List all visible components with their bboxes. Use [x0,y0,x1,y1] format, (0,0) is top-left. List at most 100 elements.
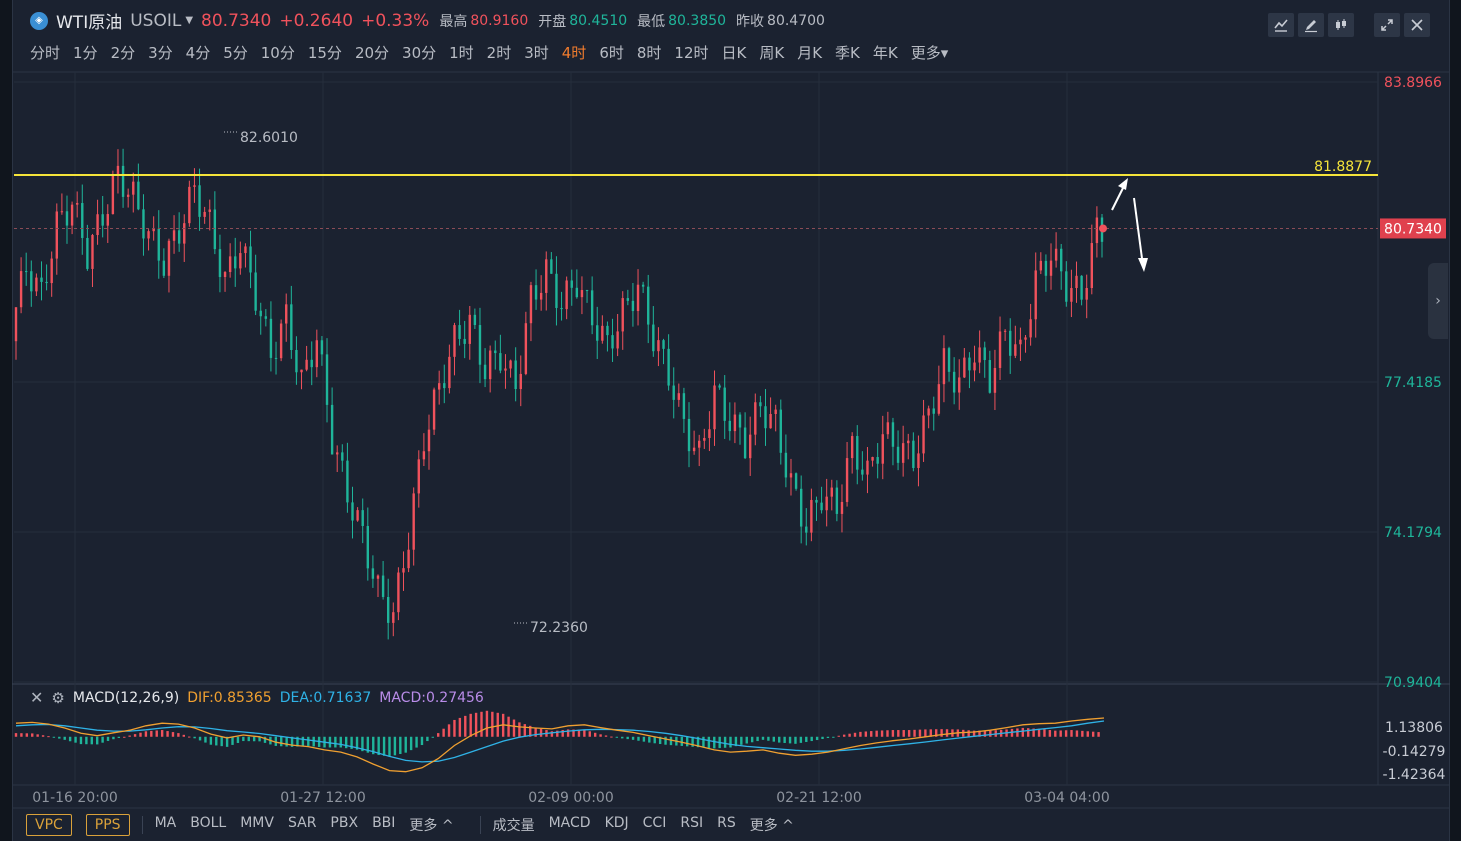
macd-histogram-bar [702,736,705,748]
timeframe-tab[interactable]: 季K [835,42,860,63]
macd-histogram-bar [962,729,965,737]
indicator-link[interactable]: BBI [372,815,395,835]
indicator-link[interactable]: PBX [330,815,358,835]
timeframe-tab[interactable]: 3时 [524,42,549,63]
line-chart-icon[interactable] [1268,13,1294,37]
macd-y-tick-label: -1.42364 [1383,767,1446,783]
vpc-button[interactable]: VPC [26,813,72,836]
candle-body [448,356,451,389]
candle-body [427,429,431,452]
timeframe-tab[interactable]: 4时 [562,42,587,63]
timeframe-tab[interactable]: 分时 [30,42,60,63]
macd-histogram-bar [198,736,202,741]
candle-body [386,596,390,623]
macd-histogram-bar [837,735,840,737]
macd-histogram-bar [382,736,386,756]
pps-button[interactable]: PPS [85,813,130,836]
indicator-link[interactable]: 更多 ^ [409,815,453,835]
candles-icon[interactable] [1328,13,1354,37]
expand-icon[interactable] [1374,13,1400,37]
macd-histogram-bar [853,732,857,737]
timeframe-tab[interactable]: 更多▾ [911,42,949,63]
timeframe-tab[interactable]: 1分 [73,42,98,63]
macd-value: MACD:0.27456 [379,689,484,706]
indicator-bar: VPC PPS MA BOLL MMV SAR PBX BBI 更多 ^ 成交量 MACD KD… [12,808,1450,841]
macd-histogram-bar [593,732,597,737]
macd-histogram-bar [805,736,808,742]
candle-body [437,383,441,390]
macd-histogram-bar [539,728,543,737]
side-panel-toggle[interactable]: › [1428,263,1448,339]
candle-body [40,277,43,282]
timeframe-tab[interactable]: 日K [722,42,747,63]
dif-line [15,717,1105,773]
chevron-down-icon[interactable]: ▼ [185,15,193,26]
candle-body [488,350,492,380]
indicator-link[interactable]: MACD [549,815,591,835]
macd-histogram-bar [815,736,819,741]
candle-body [279,323,283,359]
timeframe-tab[interactable]: 周K [759,42,784,63]
macd-histogram-bar [783,736,786,743]
horizontal-line-label: 81.8877 [1314,159,1372,175]
candle-body [703,437,706,441]
macd-histogram-bar [664,736,667,745]
timeframe-tab[interactable]: 20分 [355,42,389,63]
indicator-link[interactable]: 成交量 [493,815,535,835]
timeframe-tab[interactable]: 6时 [599,42,624,63]
indicator-link[interactable]: KDJ [605,815,629,835]
timeframe-tab[interactable]: 2分 [111,42,136,63]
indicator-link[interactable]: SAR [288,815,316,835]
candle-body [1034,270,1037,320]
candle-body [636,284,640,312]
close-indicator-icon[interactable]: ✕ [30,688,43,707]
candle-body [14,307,18,342]
timeframe-tab[interactable]: 5分 [223,42,248,63]
candle-body [50,258,53,284]
indicator-link[interactable]: MA [155,815,177,835]
timeframe-tab[interactable]: 12时 [674,42,708,63]
timeframe-tab[interactable]: 2时 [487,42,512,63]
timeframe-tab[interactable]: 4分 [186,42,211,63]
timeframe-tab[interactable]: 15分 [308,42,342,63]
candle-body [988,360,992,393]
candle-body [198,185,201,217]
low-label: 最低 [637,13,666,30]
symbol-name[interactable]: WTI原油 [56,8,122,33]
candle-body [667,348,670,386]
y-tick-label: 77.4185 [1384,375,1442,391]
timeframe-tab[interactable]: 30分 [402,42,436,63]
chart-canvas[interactable]: 81.8877 80.7340 82.6010 72.2360 1.13806 -0.1… [0,0,1461,841]
timeframe-tab[interactable]: 8时 [637,42,662,63]
symbol-code[interactable]: USOIL [130,11,181,31]
indicator-link[interactable]: 更多 ^ [750,815,794,835]
timeframe-tab[interactable]: 月K [797,42,822,63]
down-arrow [1133,197,1144,267]
timeframe-tab[interactable]: 1时 [449,42,474,63]
candle-body [590,290,594,326]
timeframe-tab[interactable]: 10分 [261,42,295,63]
candle-body [509,360,512,369]
candle-body [1014,344,1017,356]
high-value: 80.9160 [470,12,529,29]
macd-histogram-bar [642,736,646,742]
candle-body [912,440,915,468]
timeframe-tab[interactable]: 3分 [148,42,173,63]
candle-body [764,406,767,429]
macd-histogram-bar [426,736,429,742]
pen-icon[interactable] [1298,13,1324,37]
main-indicator-list: MA BOLL MMV SAR PBX BBI 更多 ^ [155,815,468,835]
macd-histogram-bar [518,722,521,737]
indicator-link[interactable]: RS [717,815,736,835]
settings-icon[interactable]: ⚙ [51,689,64,707]
macd-histogram-bar [615,736,619,738]
indicator-link[interactable]: CCI [643,815,667,835]
macd-histogram-bar [756,736,759,742]
candle-body [907,440,910,444]
indicator-link[interactable]: BOLL [190,815,226,835]
close-icon[interactable] [1404,13,1430,37]
timeframe-tab[interactable]: 年K [873,42,898,63]
candle-body [845,458,849,502]
indicator-link[interactable]: RSI [680,815,703,835]
indicator-link[interactable]: MMV [240,815,274,835]
